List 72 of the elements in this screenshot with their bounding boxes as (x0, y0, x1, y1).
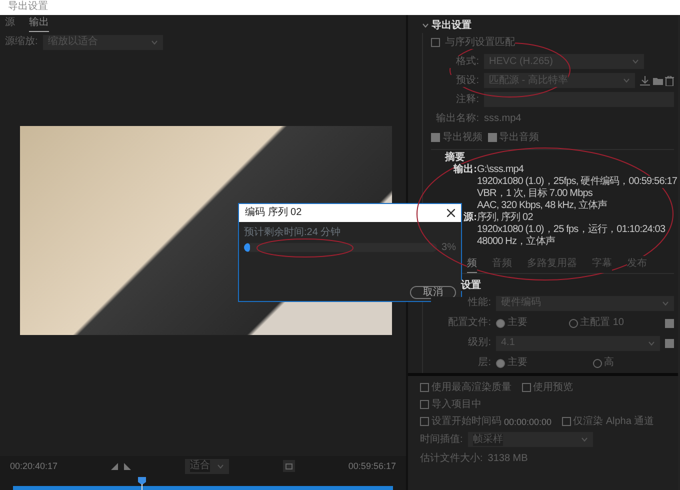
checkbox[interactable] (420, 400, 429, 409)
timecode: 00:59:56:17 (348, 460, 396, 472)
download-icon[interactable] (640, 76, 650, 86)
field-label: 估计文件大小: (420, 452, 483, 464)
radio-label: 高 (604, 357, 614, 369)
tab[interactable]: 输出 (29, 15, 49, 32)
summary-text: VBR，1 次, 目标 7.00 Mbps (477, 188, 593, 200)
timecode: 00:20:40:17 (10, 460, 58, 472)
radio-button[interactable] (568, 318, 578, 328)
summary-text: 48000 Hz，立体声 (477, 236, 556, 248)
caret-icon (580, 437, 588, 442)
section-title: 导出设置 (432, 20, 472, 32)
caret-icon (216, 464, 224, 468)
cancel-button[interactable]: 取消 (410, 286, 456, 298)
checkbox[interactable] (665, 338, 674, 348)
checkbox-label: 仅渲染 Alpha 通道 (573, 416, 654, 428)
caret-icon (632, 59, 639, 64)
radio-button[interactable] (496, 318, 505, 328)
checkbox[interactable] (431, 38, 440, 47)
checkbox[interactable] (665, 318, 674, 328)
checkbox-label: 导出视频 (442, 132, 482, 144)
caret-icon (623, 78, 630, 83)
summary-title: 摘要 (445, 152, 466, 164)
caret-icon (662, 300, 669, 306)
zoom-dropdown[interactable]: 适合 (184, 458, 229, 474)
checkbox[interactable] (522, 383, 530, 392)
file-size-value: 3138 MB (488, 452, 528, 464)
field-label: 源缩放: (5, 36, 38, 48)
caret-icon (648, 340, 655, 346)
radio-button[interactable] (496, 358, 505, 368)
marker-icon[interactable] (111, 462, 118, 470)
summary-text: 1920x1080 (1.0)，25 fps，运行，01:10:24:03 (477, 224, 666, 236)
caret-icon (150, 40, 158, 44)
checkbox[interactable] (420, 417, 429, 426)
dialog-title: 编码 序列 02 (245, 207, 302, 219)
section-title: 设置 (461, 280, 481, 291)
chevron-icon[interactable] (422, 23, 429, 28)
playhead[interactable] (138, 477, 146, 490)
close-icon[interactable] (447, 209, 455, 217)
summary-text: AAC, 320 Kbps, 48 kHz, 立体声 (477, 200, 608, 212)
summary-text: 1920x1080 (1.0)，25fps, 硬件编码，00:59:56:17 (477, 176, 678, 188)
summary-text: G:\sss.mp4 (477, 164, 524, 176)
summary-label: 源: (464, 212, 477, 223)
timecode: 00:00:00:00 (504, 416, 552, 428)
tab[interactable]: 频 (467, 256, 477, 273)
field-label: 性能: (431, 297, 491, 309)
checkbox-label: 导入项目中 (432, 398, 482, 410)
radio-label: 主要 (508, 357, 528, 369)
trash-icon[interactable] (665, 76, 674, 86)
summary-text: 序列, 序列 02 (477, 212, 533, 224)
progress-percent: 3% (442, 242, 456, 254)
checkbox-label: 导出音频 (499, 132, 539, 144)
checkbox-label: 使用最高渲染质量 (432, 382, 512, 394)
marker-icon[interactable] (124, 462, 132, 470)
radio-label: 主要 (508, 317, 528, 329)
checkbox-label: 设置开始时间码 (432, 416, 502, 428)
remaining-time-text: 预计剩余时间:24 分钟 (244, 227, 341, 238)
field-label: 时间插值: (420, 434, 463, 446)
folder-icon[interactable] (652, 76, 662, 86)
comment-input[interactable] (484, 92, 674, 107)
checkbox[interactable] (431, 133, 440, 142)
checkbox-label: 使用预览 (533, 382, 573, 394)
summary-label: 输出: (454, 164, 477, 175)
checkbox-label: 与序列设置匹配 (445, 36, 515, 48)
radio-button[interactable] (592, 358, 602, 368)
fit-frame-icon[interactable] (282, 460, 295, 472)
radio-label: 主配置 10 (580, 317, 624, 329)
checkbox[interactable] (420, 383, 429, 392)
checkbox[interactable] (562, 417, 571, 426)
checkbox[interactable] (488, 133, 496, 142)
output-filename[interactable]: sss.mp4 (484, 112, 522, 124)
window-title: 导出设置 (0, 0, 680, 15)
